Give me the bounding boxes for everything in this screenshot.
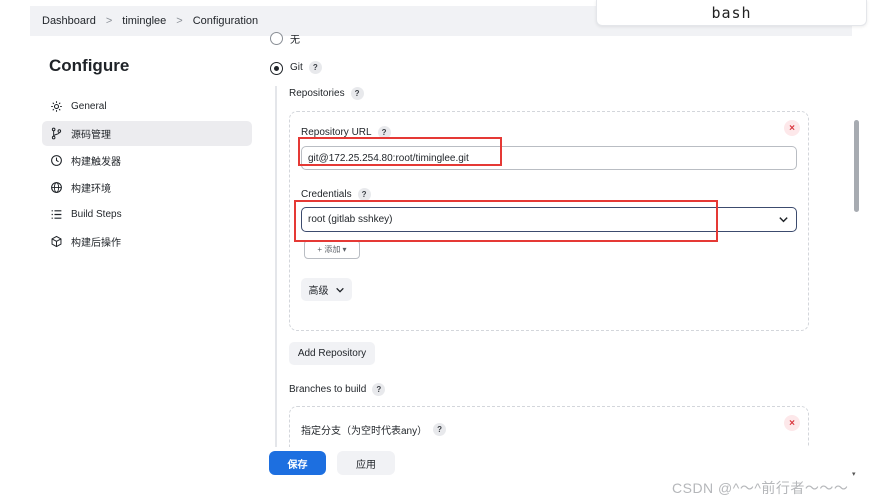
section-divider [275,86,277,486]
remove-repository-button[interactable]: × [784,120,800,136]
add-repository-button[interactable]: Add Repository [289,342,375,365]
sidebar-item-scm[interactable]: 源码管理 [42,121,252,146]
sidebar-item-label: Build Steps [71,209,122,220]
help-icon[interactable]: ? [433,423,447,436]
sidebar-item-label: 构建触发器 [71,157,121,168]
jenkins-page: Dashboard > timinglee > Configuration Co… [30,6,852,486]
scm-none-radio[interactable] [270,32,283,45]
sidebar-item-post-build[interactable]: 构建后操作 [42,229,252,254]
sidebar-item-label: 源码管理 [71,130,111,141]
sidebar-item-label: 构建后操作 [71,238,121,249]
terminal-tab[interactable]: bash [596,0,867,26]
page-title: Configure [49,56,130,75]
breadcrumb-configuration[interactable]: Configuration [193,15,258,27]
breadcrumb-separator: > [176,15,183,27]
help-icon[interactable]: ? [308,61,322,74]
watermark: CSDN @^～^前行者～～～ [672,480,849,496]
git-branch-icon [49,127,63,141]
scm-git-radio[interactable] [270,62,283,75]
advanced-button[interactable]: 高级 [301,278,352,301]
sidebar-item-build-steps[interactable]: Build Steps [42,202,252,227]
chevron-down-icon [335,287,344,293]
globe-icon [49,181,63,195]
breadcrumb-separator: > [105,15,113,27]
sidebar-item-label: 构建环境 [71,184,111,195]
advanced-label: 高级 [308,286,329,297]
branches-label: Branches to build ? [289,383,386,396]
sidebar-item-general[interactable]: General [42,94,252,119]
repositories-label: Repositories ? [289,87,364,100]
list-icon [49,208,63,222]
package-icon [49,235,63,249]
chevron-down-icon [779,217,788,223]
add-credential-button[interactable]: + 添加 ▾ [304,240,360,259]
scroll-down-arrow[interactable]: ▾ [852,470,856,478]
scrollbar-thumb[interactable] [854,120,859,212]
gear-icon [49,100,63,114]
apply-button[interactable]: 应用 [337,451,395,475]
clock-icon [49,154,63,168]
help-icon[interactable]: ? [372,383,386,396]
remove-branch-button[interactable]: × [784,415,800,431]
sidebar-item-environment[interactable]: 构建环境 [42,175,252,200]
sidebar-item-triggers[interactable]: 构建触发器 [42,148,252,173]
sidebar-nav: General 源码管理 构建触发器 构建环境 Build Steps 构建后操… [42,94,252,256]
scm-git-label: Git ? [290,61,322,74]
breadcrumb-dashboard[interactable]: Dashboard [42,15,96,27]
branch-specifier-label: 指定分支（为空时代表any） ? [301,422,447,437]
save-button[interactable]: 保存 [269,451,326,475]
scm-none-label: 无 [290,35,300,46]
highlight-annotation [298,137,502,166]
help-icon[interactable]: ? [350,87,364,100]
highlight-annotation [294,200,718,242]
sidebar-item-label: General [71,101,107,112]
breadcrumb-project[interactable]: timinglee [122,15,166,27]
